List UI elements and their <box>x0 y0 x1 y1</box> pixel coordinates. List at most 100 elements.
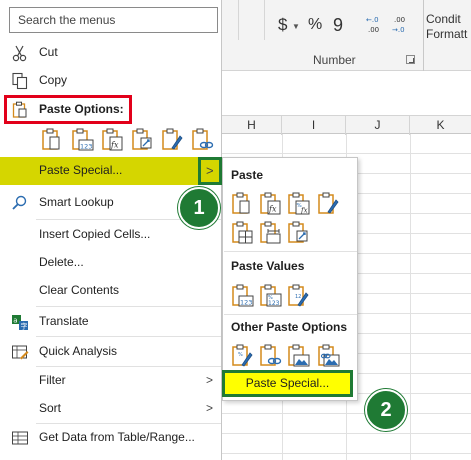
grid-line <box>222 453 471 454</box>
svg-text:→.0: →.0 <box>392 26 405 34</box>
ribbon-divider <box>264 0 265 40</box>
format-painter-icon <box>162 128 183 150</box>
paste-values-button[interactable]: 123 <box>70 128 94 152</box>
paste-transpose-button[interactable] <box>286 221 310 245</box>
quick-analysis-icon <box>12 345 29 360</box>
menu-item-label: Get Data from Table/Range... <box>39 430 195 444</box>
menu-item-sort[interactable]: Sort > <box>0 395 221 423</box>
submenu-divider <box>224 251 357 252</box>
other-paste-options-heading: Other Paste Options <box>231 320 348 334</box>
paste-options-highlight-frame <box>4 95 132 124</box>
chevron-down-icon[interactable]: ▼ <box>292 22 300 31</box>
menu-item-quick-analysis[interactable]: Quick Analysis <box>0 338 221 366</box>
paste-transpose-icon <box>132 128 152 150</box>
menu-item-delete[interactable]: Delete... <box>0 249 221 277</box>
submenu-divider <box>224 314 357 315</box>
paste-no-borders-button[interactable] <box>230 221 254 245</box>
paste-formatting-button[interactable] <box>160 128 184 152</box>
paste-link-button[interactable] <box>258 344 282 368</box>
grid-line <box>222 433 471 434</box>
picture-icon <box>288 344 310 367</box>
paste-formulas-button[interactable]: fx <box>100 128 124 152</box>
paste-no-borders-icon <box>232 221 253 244</box>
paste-formulas-icon: fx <box>102 128 123 151</box>
svg-text:123: 123 <box>268 300 280 307</box>
menu-item-label: Filter <box>39 373 66 387</box>
menu-item-clear-contents[interactable]: Clear Contents <box>0 277 221 305</box>
ribbon-divider <box>238 0 239 40</box>
svg-text:←.0: ←.0 <box>366 16 379 24</box>
search-menus-input[interactable]: Search the menus <box>9 7 218 33</box>
svg-text:123: 123 <box>240 299 252 307</box>
format-painter-icon: % <box>232 344 253 367</box>
paste-linked-picture-button[interactable] <box>316 344 340 368</box>
decrease-decimal-button[interactable]: .00 →.0 <box>392 12 412 38</box>
percent-style-button[interactable]: % <box>308 16 322 34</box>
menu-item-label: Clear Contents <box>39 283 120 297</box>
column-headers: H I J K <box>222 115 471 135</box>
paste-values-number-formatting-button[interactable]: % 123 <box>258 284 282 308</box>
menu-item-get-data[interactable]: Get Data from Table/Range... <box>0 424 221 452</box>
paste-section-heading: Paste <box>231 168 264 182</box>
menu-item-label: Quick Analysis <box>39 344 118 358</box>
column-header-h[interactable]: H <box>222 116 282 135</box>
svg-text:字: 字 <box>21 322 28 331</box>
grid-line <box>410 134 411 460</box>
svg-text:12: 12 <box>295 294 301 300</box>
smart-lookup-icon <box>12 195 27 210</box>
paste-all-button[interactable] <box>230 192 254 216</box>
ribbon-separator <box>423 0 424 71</box>
decrease-decimal-icon: .00 →.0 <box>392 16 405 34</box>
conditional-formatting-button[interactable]: Condit Formatt <box>426 12 471 42</box>
paste-icon <box>232 192 250 214</box>
format-painter-icon <box>318 192 339 214</box>
menu-item-label: Cut <box>39 45 58 59</box>
menu-item-copy[interactable]: Copy <box>0 67 221 95</box>
currency-format-button[interactable]: $ <box>278 15 287 35</box>
svg-text:a: a <box>13 317 17 325</box>
paste-link-icon <box>192 128 214 150</box>
context-menu: Search the menus Cut Copy Paste Options: <box>0 0 222 460</box>
menu-item-cut[interactable]: Cut <box>0 39 221 67</box>
paste-link-button[interactable] <box>190 128 214 152</box>
paste-formulas-number-formatting-button[interactable]: % fx <box>286 192 310 216</box>
paste-transpose-icon <box>288 221 308 243</box>
column-header-j[interactable]: J <box>346 116 410 135</box>
paste-values-source-formatting-button[interactable]: 12 <box>286 284 310 308</box>
menu-divider <box>36 306 221 307</box>
paste-button[interactable] <box>40 128 64 152</box>
paste-transpose-button[interactable] <box>130 128 154 152</box>
menu-item-label: Delete... <box>39 255 84 269</box>
menu-item-translate[interactable]: a 字 Translate <box>0 308 221 336</box>
menu-item-label: Translate <box>39 314 89 328</box>
comma-style-button[interactable]: 9 <box>333 15 343 36</box>
paste-keep-column-widths-button[interactable] <box>258 221 282 245</box>
paste-formatting-button[interactable]: % <box>230 344 254 368</box>
menu-item-label: Insert Copied Cells... <box>39 227 151 241</box>
paste-icon <box>42 128 60 150</box>
step-2-badge: 2 <box>365 389 407 431</box>
paste-formulas-button[interactable]: fx <box>258 192 282 216</box>
paste-formulas-icon: fx <box>260 192 281 215</box>
chevron-right-icon: > <box>206 163 214 178</box>
paste-keep-source-formatting-button[interactable] <box>316 192 340 216</box>
column-header-i[interactable]: I <box>282 116 346 135</box>
menu-item-label: Smart Lookup <box>39 195 114 209</box>
paste-special-submenu-arrow[interactable]: > <box>198 157 222 185</box>
paste-values-icon: 123 <box>72 128 94 151</box>
paste-values-button[interactable]: 123 <box>230 284 254 308</box>
column-header-k[interactable]: K <box>410 116 471 135</box>
paste-special-dialog-button[interactable]: Paste Special... <box>222 370 353 397</box>
step-1-badge: 1 <box>178 187 220 229</box>
svg-text:.00: .00 <box>368 26 379 34</box>
chevron-right-icon: > <box>205 373 213 387</box>
menu-divider <box>36 336 221 337</box>
paste-picture-button[interactable] <box>286 344 310 368</box>
copy-icon <box>12 72 28 90</box>
menu-item-paste-special[interactable]: Paste Special... <box>0 157 198 185</box>
menu-item-filter[interactable]: Filter > <box>0 367 221 395</box>
svg-text:fx: fx <box>268 205 277 214</box>
increase-decimal-button[interactable]: ←.0 .00 <box>366 12 386 38</box>
table-icon <box>12 431 28 445</box>
number-group-launcher-icon[interactable] <box>406 55 415 64</box>
